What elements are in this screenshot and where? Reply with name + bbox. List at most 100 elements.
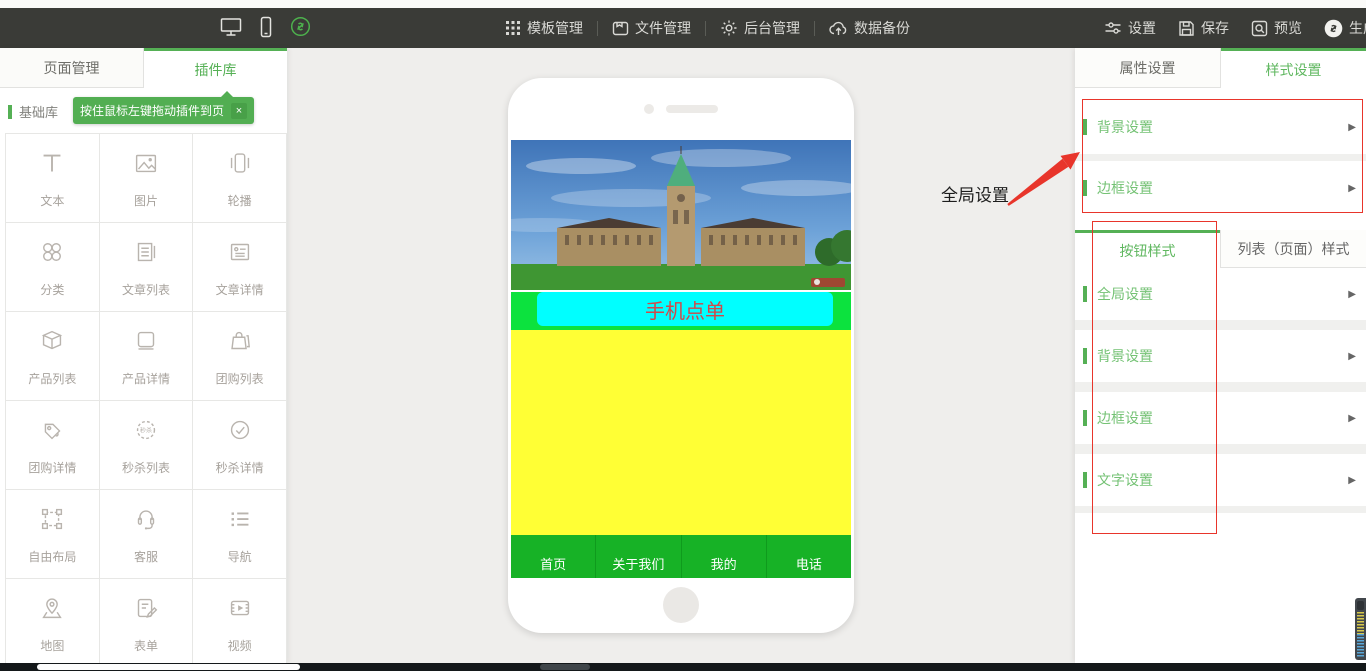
phone-nav-item[interactable]: 我的 [681,535,766,578]
tab-attribute-settings[interactable]: 属性设置 [1075,48,1221,88]
plugin-flashsale-detail[interactable]: 秒杀详情 [193,401,287,490]
plugin-map[interactable]: 地图 [6,579,100,668]
grid-icon [505,20,521,36]
phone-nav-item[interactable]: 电话 [766,535,851,578]
mobile-preview-button[interactable] [258,16,274,41]
plugin-video[interactable]: 视频 [193,579,287,668]
plugin-article-list[interactable]: 文章列表 [100,223,194,312]
plugin-image[interactable]: 图片 [100,134,194,223]
setting-row-0[interactable]: 背景设置▶ [1075,100,1366,154]
file-icon [612,20,629,37]
gear-icon [720,19,738,37]
phone-screen: 手机点单 首页关于我们我的电话 [511,140,851,578]
tab-style-settings[interactable]: 样式设置 [1221,48,1366,88]
menu-divider [705,21,706,36]
green-bar-icon [1083,119,1087,135]
setting-row-0[interactable]: 全局设置▶ [1075,268,1366,320]
plugin-text[interactable]: 文本 [6,134,100,223]
design-canvas: 手机点单 首页关于我们我的电话 [287,48,1075,663]
setting-row-1[interactable]: 边框设置▶ [1075,161,1366,215]
menu-file-manage[interactable]: 文件管理 [612,18,691,38]
plugin-flashsale-list[interactable]: 秒杀秒杀列表 [100,401,194,490]
phone-nav-item[interactable]: 首页 [511,535,595,578]
library-header-row: 基础库 按住鼠标左键拖动插件到页 × [0,88,287,133]
setting-row-empty [1075,513,1366,561]
window-top-strip [0,0,1366,8]
sidebar-tabs: 页面管理 插件库 [0,48,287,88]
tab-list-page-style[interactable]: 列表（页面）样式 [1220,230,1366,268]
chevron-right-icon: ▶ [1348,475,1356,486]
p-article-detail-icon [225,237,255,272]
desktop-preview-button[interactable] [220,17,242,40]
p-flashsale-detail-icon [225,415,255,450]
toolbar-menu: 模板管理 文件管理 后台管理 数据备份 [505,8,910,48]
row-gap [1075,506,1366,513]
setting-row-3[interactable]: 文字设置▶ [1075,454,1366,506]
tooltip-close-icon[interactable]: × [231,103,247,119]
plugin-groupbuy-list[interactable]: 团购列表 [193,312,287,401]
top-toolbar: 模板管理 文件管理 后台管理 数据备份 设置 保存 预览 生成 [0,8,1366,48]
generate-icon [1324,19,1343,38]
green-bar-icon [1083,180,1087,196]
chevron-right-icon: ▶ [1348,289,1356,300]
scrollbar-thumb[interactable] [37,664,300,670]
phone-speaker-icon [666,105,718,113]
p-carousel-icon [225,148,255,183]
chevron-right-icon: ▶ [1348,183,1356,194]
plugin-customer-service[interactable]: 客服 [100,490,194,579]
menu-template-manage[interactable]: 模板管理 [505,18,583,38]
svg-text:秒杀: 秒杀 [140,426,152,434]
action-preview-button[interactable]: 预览 [1251,18,1302,38]
yellow-content-block[interactable] [511,330,851,535]
phone-nav-item[interactable]: 关于我们 [595,535,680,578]
horizontal-scrollbar[interactable] [0,663,1366,671]
plugin-category[interactable]: 分类 [6,223,100,312]
phone-mockup: 手机点单 首页关于我们我的电话 [508,78,854,633]
phone-top-bezel [508,78,854,140]
minimap-grip[interactable] [1357,601,1364,610]
phone-bottom-nav: 首页关于我们我的电话 [511,535,851,578]
plugin-article-detail[interactable]: 文章详情 [193,223,287,312]
minimap-yellow-stripes [1357,612,1364,634]
tab-page-manage[interactable]: 页面管理 [0,48,144,88]
style-rows-global: 背景设置▶ 边框设置▶ [1075,100,1366,215]
action-settings-button[interactable]: 设置 [1104,18,1156,38]
setting-row-2[interactable]: 边框设置▶ [1075,392,1366,444]
phone-home-button[interactable] [663,587,699,623]
hero-image-parliament[interactable] [511,140,851,290]
green-bar-icon [8,105,12,119]
p-customer-service-icon [131,504,161,539]
minimap-widget[interactable] [1355,598,1366,660]
tab-button-style[interactable]: 按钮样式 [1075,230,1220,268]
plugin-carousel[interactable]: 轮播 [193,134,287,223]
plugin-navigation[interactable]: 导航 [193,490,287,579]
plugin-product-list[interactable]: 产品列表 [6,312,100,401]
p-map-icon [37,593,67,628]
menu-data-backup[interactable]: 数据备份 [829,18,910,38]
minimap-blue-stripes [1357,634,1364,657]
plugin-product-detail[interactable]: 产品详情 [100,312,194,401]
mobile-order-button[interactable]: 手机点单 [537,292,833,326]
tab-plugin-library[interactable]: 插件库 [144,48,287,88]
link-preview-button[interactable] [290,16,311,40]
setting-row-1[interactable]: 背景设置▶ [1075,330,1366,382]
action-save-button[interactable]: 保存 [1178,18,1229,38]
p-category-icon [37,237,67,272]
row-gap [1075,382,1366,392]
sliders-icon [1104,20,1122,36]
row-gap [1075,154,1366,161]
action-generate-button[interactable]: 生成 [1324,18,1366,38]
green-bar-icon [1083,286,1087,302]
plugin-groupbuy-detail[interactable]: 团购详情 [6,401,100,490]
settings-panel-tabs: 属性设置 样式设置 [1075,48,1366,88]
green-bar-icon [1083,348,1087,364]
plugin-free-layout[interactable]: 自由布局 [6,490,100,579]
plugin-sidebar: 页面管理 插件库 基础库 按住鼠标左键拖动插件到页 × 文本图片轮播分类文章列表… [0,48,287,663]
settings-panel: 属性设置 样式设置 背景设置▶ 边框设置▶ 按钮样式 列表（页面）样式 全局设置▶… [1075,48,1366,663]
p-groupbuy-list-icon [225,326,255,361]
plugin-grid: 文本图片轮播分类文章列表文章详情产品列表产品详情团购列表团购详情秒杀秒杀列表秒杀… [5,133,287,668]
plugin-form[interactable]: 表单 [100,579,194,668]
basic-library-label: 基础库 [8,102,58,121]
menu-backend-manage[interactable]: 后台管理 [720,18,800,38]
p-groupbuy-detail-icon [37,415,67,450]
